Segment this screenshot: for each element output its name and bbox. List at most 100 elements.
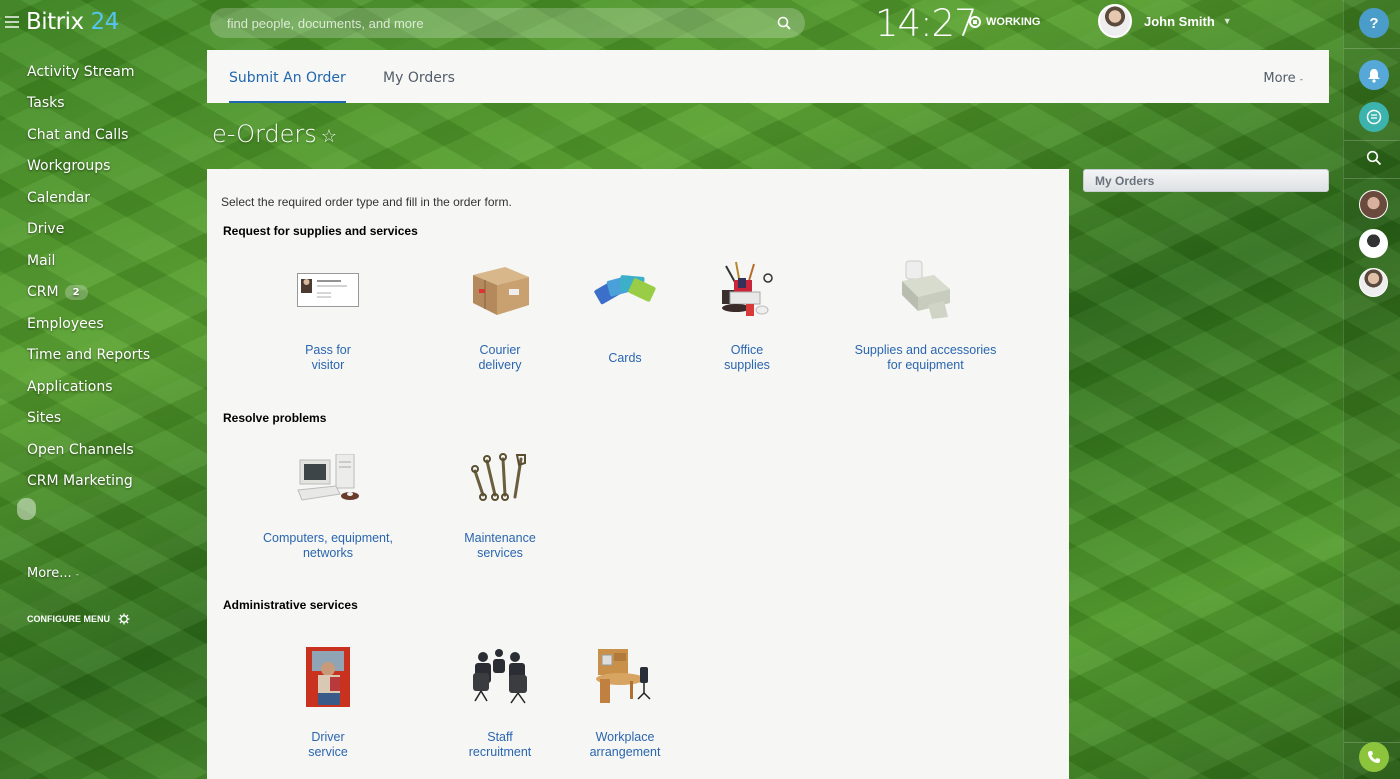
more-label: More... xyxy=(27,566,72,581)
order-tile-driver-service[interactable]: Driver service xyxy=(248,642,408,760)
sidebar-item-label: Activity Stream xyxy=(27,63,135,80)
order-catalog: Select the required order type and fill … xyxy=(207,169,1069,779)
notifications-button[interactable] xyxy=(1359,60,1389,90)
user-name: John Smith xyxy=(1144,13,1215,29)
work-status-label: WORKING xyxy=(986,16,1041,28)
order-tile-supplies-accessories[interactable]: Supplies and accessories for equipment xyxy=(838,255,1013,373)
tab-submit-an-order[interactable]: Submit An Order xyxy=(229,70,346,103)
divider xyxy=(1344,178,1400,179)
sidebar-item-time-and-reports[interactable]: Time and Reports xyxy=(27,340,150,372)
desk-icon xyxy=(545,642,705,712)
tile-label: Driver service xyxy=(248,730,408,760)
tile-label: Office supplies xyxy=(667,343,827,373)
sidebar-item-mail[interactable]: Mail xyxy=(27,245,150,277)
configure-menu-button[interactable]: CONFIGURE MENU xyxy=(27,613,130,625)
tile-label-line: networks xyxy=(302,546,354,560)
sidebar-item-chat-and-calls[interactable]: Chat and Calls xyxy=(27,119,150,151)
search-bar xyxy=(210,8,805,38)
phone-button[interactable] xyxy=(1359,742,1389,772)
sidebar-item-calendar[interactable]: Calendar xyxy=(27,182,150,214)
tile-label-line: Office xyxy=(730,343,764,357)
contact-avatar[interactable] xyxy=(1359,229,1388,258)
menu-toggle-icon[interactable] xyxy=(5,16,19,28)
contact-avatar[interactable] xyxy=(1359,268,1388,297)
section-title: Resolve problems xyxy=(223,411,327,425)
sidebar-item-open-channels[interactable]: Open Channels xyxy=(27,434,150,466)
star-icon[interactable]: ☆ xyxy=(321,126,337,147)
configure-menu-label: CONFIGURE MENU xyxy=(27,614,110,624)
logo-text: Bitrix xyxy=(26,9,84,35)
tile-label-line: Staff xyxy=(487,730,513,744)
sidebar-more-button[interactable]: More... - xyxy=(27,566,79,581)
order-tile-computers[interactable]: Computers, equipment, networks xyxy=(248,443,408,561)
counter-badge: 2 xyxy=(64,284,88,300)
sidebar-item-sites[interactable]: Sites xyxy=(27,403,150,435)
computer-icon xyxy=(248,443,408,513)
help-icon: ? xyxy=(1369,14,1379,32)
contact-avatar[interactable] xyxy=(1359,190,1388,219)
sidebar-item-applications[interactable]: Applications xyxy=(27,371,150,403)
right-sidebar: ? xyxy=(1343,0,1400,779)
wrenches-icon xyxy=(420,443,580,513)
sidebar-item-activity-stream[interactable]: Activity Stream xyxy=(27,56,150,88)
tile-label-line: service xyxy=(308,745,348,759)
office-supplies-icon xyxy=(667,255,827,325)
sidebar-item-crm-marketing[interactable]: CRM Marketing xyxy=(27,466,150,498)
chevron-down-icon: - xyxy=(75,570,80,580)
chevron-down-icon: - xyxy=(1299,75,1303,85)
sidebar-search-button[interactable] xyxy=(1359,143,1389,173)
driver-icon xyxy=(248,642,408,712)
bell-icon xyxy=(1368,68,1380,83)
logo-number: 24 xyxy=(90,9,119,35)
order-tile-maintenance[interactable]: Maintenance services xyxy=(420,443,580,561)
sidebar-item-label: Chat and Calls xyxy=(27,126,129,143)
tile-label: Pass for visitor xyxy=(248,343,408,373)
stop-icon xyxy=(969,16,981,28)
sidebar-item-tasks[interactable]: Tasks xyxy=(27,88,150,120)
tile-label-line: visitor xyxy=(311,358,345,372)
tab-my-orders[interactable]: My Orders xyxy=(383,70,455,86)
tile-label-line: Maintenance xyxy=(464,531,536,545)
intro-text: Select the required order type and fill … xyxy=(221,195,512,209)
tabs-more-button[interactable]: More - xyxy=(1263,71,1303,86)
sidebar-item-label: Employees xyxy=(27,315,104,332)
search-icon xyxy=(1366,150,1382,166)
sidebar-item-label: Mail xyxy=(27,252,56,269)
order-tile-pass-for-visitor[interactable]: Pass for visitor xyxy=(248,255,408,373)
user-menu[interactable]: John Smith ▼ xyxy=(1098,4,1232,38)
clock: 14:27 xyxy=(875,2,978,45)
menu-scroll-handle[interactable] xyxy=(17,498,36,520)
divider xyxy=(1344,48,1400,49)
tile-label-line: Computers, equipment, xyxy=(263,531,393,545)
logo[interactable]: Bitrix 24 xyxy=(26,9,119,35)
sidebar-item-crm[interactable]: CRM 2 xyxy=(27,277,150,309)
sidebar-item-label: CRM xyxy=(27,284,59,301)
work-status-button[interactable]: WORKING xyxy=(969,16,1040,28)
sidebar-item-label: Drive xyxy=(27,221,65,238)
chat-button[interactable] xyxy=(1359,102,1389,132)
chat-icon xyxy=(1366,109,1382,125)
phone-icon xyxy=(1368,751,1380,763)
sidebar-item-employees[interactable]: Employees xyxy=(27,308,150,340)
sidebar-item-label: Calendar xyxy=(27,189,90,206)
order-tile-workplace-arrangement[interactable]: Workplace arrangement xyxy=(545,642,705,760)
tile-label-line: Supplies and accessories xyxy=(854,343,997,357)
tile-label-line: recruitment xyxy=(468,745,532,759)
order-tile-office-supplies[interactable]: Office supplies xyxy=(667,255,827,373)
tile-label-line: Cards xyxy=(608,350,642,365)
search-icon[interactable] xyxy=(777,16,791,35)
sidebar-item-workgroups[interactable]: Workgroups xyxy=(27,151,150,183)
section-title: Request for supplies and services xyxy=(223,224,418,238)
tile-label-line: Workplace xyxy=(595,730,655,744)
help-button[interactable]: ? xyxy=(1359,8,1389,38)
sidebar-item-label: Time and Reports xyxy=(27,347,151,364)
tile-label-line: arrangement xyxy=(589,745,661,759)
tile-label-line: Courier xyxy=(479,343,521,357)
tile-label-line: Pass for xyxy=(305,343,351,357)
left-menu: Activity Stream Tasks Chat and Calls Wor… xyxy=(27,56,150,497)
my-orders-widget[interactable]: My Orders xyxy=(1083,169,1329,192)
search-input[interactable] xyxy=(210,8,750,38)
sidebar-item-drive[interactable]: Drive xyxy=(27,214,150,246)
top-tabs: Submit An Order My Orders More - xyxy=(207,50,1329,103)
sidebar-item-label: CRM Marketing xyxy=(27,473,133,490)
